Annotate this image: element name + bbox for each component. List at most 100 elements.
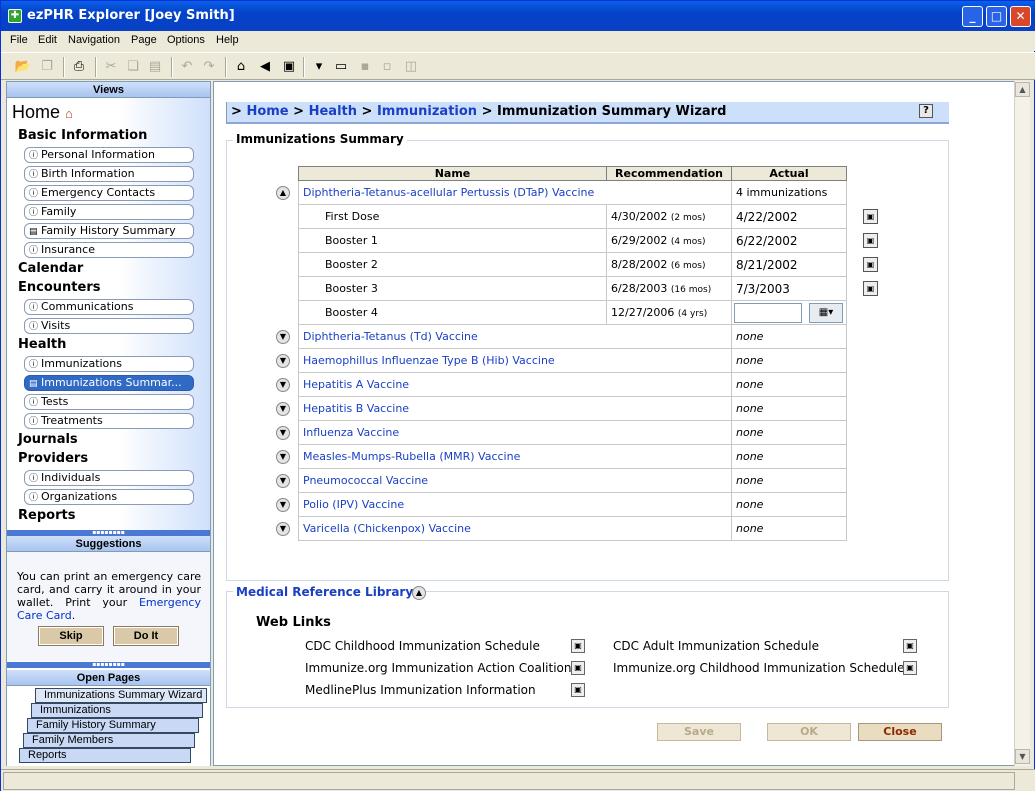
menu-edit[interactable]: Edit: [38, 34, 57, 46]
expand-icon[interactable]: ▼: [276, 474, 290, 488]
menu-options[interactable]: Options: [167, 34, 205, 46]
folder-icon[interactable]: ▣: [279, 57, 299, 77]
expand-icon[interactable]: ▼: [276, 354, 290, 368]
home-label[interactable]: Home: [12, 102, 60, 122]
link-immunize-action[interactable]: Immunize.org Immunization Action Coaliti…: [305, 661, 572, 675]
category-journals[interactable]: Journals: [18, 432, 78, 447]
close-window-button[interactable]: ✕: [1010, 6, 1031, 27]
help-icon[interactable]: ?: [919, 104, 933, 118]
minimize-button[interactable]: _: [962, 6, 983, 27]
open-page-tab[interactable]: Family History Summary: [27, 718, 199, 733]
collapse-icon[interactable]: ▲: [276, 186, 290, 200]
vaccine-name[interactable]: Diphtheria-Tetanus-acellular Pertussis (…: [298, 180, 732, 205]
expand-icon[interactable]: ▼: [276, 330, 290, 344]
expand-icon[interactable]: ▼: [276, 426, 290, 440]
category-calendar[interactable]: Calendar: [18, 261, 83, 276]
expand-icon[interactable]: ▼: [276, 378, 290, 392]
web-link-icon[interactable]: ▣: [571, 639, 585, 653]
web-link-icon[interactable]: ▣: [903, 661, 917, 675]
menu-help[interactable]: Help: [216, 34, 239, 46]
expand-icon[interactable]: ▼: [276, 450, 290, 464]
do-it-button[interactable]: Do It: [113, 626, 179, 646]
web-link-icon[interactable]: ▣: [903, 639, 917, 653]
close-button[interactable]: Close: [858, 723, 942, 741]
cut-icon[interactable]: ✂: [101, 57, 121, 77]
edit-dose-icon[interactable]: ▣: [863, 233, 878, 248]
expand-icon[interactable]: ▼: [276, 402, 290, 416]
skip-button[interactable]: Skip: [38, 626, 104, 646]
save-as-icon[interactable]: ▫: [377, 57, 397, 77]
scroll-up-arrow-icon[interactable]: ▲: [1015, 82, 1030, 97]
nav-tests[interactable]: ⓘ Tests: [24, 394, 194, 410]
vaccine-name[interactable]: Influenza Vaccine: [298, 420, 732, 445]
link-cdc-childhood[interactable]: CDC Childhood Immunization Schedule: [305, 639, 540, 653]
open-page-tab[interactable]: Immunizations: [31, 703, 203, 718]
scroll-down-arrow-icon[interactable]: ▼: [1015, 749, 1030, 764]
vertical-scrollbar[interactable]: [1014, 81, 1030, 766]
nav-individuals[interactable]: ⓘ Individuals: [24, 470, 194, 486]
edit-dose-icon[interactable]: ▣: [863, 281, 878, 296]
nav-organizations[interactable]: ⓘ Organizations: [24, 489, 194, 505]
menu-navigation[interactable]: Navigation: [68, 34, 120, 46]
open-page-tab[interactable]: Family Members: [23, 733, 195, 748]
paste-icon[interactable]: ▤: [145, 57, 165, 77]
nav-visits[interactable]: ⓘ Visits: [24, 318, 194, 334]
nav-immunizations-summary[interactable]: ▤ Immunizations Summar...: [24, 375, 194, 391]
web-link-icon[interactable]: ▣: [571, 661, 585, 675]
export-icon[interactable]: ◫: [401, 57, 421, 77]
nav-personal-information[interactable]: ⓘ Personal Information: [24, 147, 194, 163]
panel-icon[interactable]: ▭: [331, 57, 351, 77]
menu-page[interactable]: Page: [131, 34, 157, 46]
vaccine-name[interactable]: Hepatitis A Vaccine: [298, 372, 732, 397]
nav-immunizations[interactable]: ⓘ Immunizations: [24, 356, 194, 372]
breadcrumb-health[interactable]: Health: [309, 104, 357, 119]
redo-icon[interactable]: ↷: [199, 57, 219, 77]
ok-button[interactable]: OK: [767, 723, 851, 741]
open-page-tab[interactable]: Reports: [19, 748, 191, 763]
edit-dose-icon[interactable]: ▣: [863, 257, 878, 272]
nav-communications[interactable]: ⓘ Communications: [24, 299, 194, 315]
link-medlineplus[interactable]: MedlinePlus Immunization Information: [305, 683, 536, 697]
expand-icon[interactable]: ▼: [276, 522, 290, 536]
vaccine-name[interactable]: Diphtheria-Tetanus (Td) Vaccine: [298, 324, 732, 349]
category-encounters[interactable]: Encounters: [18, 280, 100, 295]
copy-pages-icon[interactable]: ❐: [37, 57, 57, 77]
breadcrumb-home[interactable]: Home: [246, 104, 288, 119]
category-reports[interactable]: Reports: [18, 508, 75, 523]
vaccine-name[interactable]: Hepatitis B Vaccine: [298, 396, 732, 421]
view-icon[interactable]: ▾: [309, 57, 329, 77]
nav-family[interactable]: ⓘ Family: [24, 204, 194, 220]
nav-birth-information[interactable]: ⓘ Birth Information: [24, 166, 194, 182]
open-folder-icon[interactable]: 📂: [13, 57, 33, 77]
save-button[interactable]: Save: [657, 723, 741, 741]
nav-emergency-contacts[interactable]: ⓘ Emergency Contacts: [24, 185, 194, 201]
open-page-tab[interactable]: Immunizations Summary Wizard: [35, 688, 207, 703]
print-icon[interactable]: ⎙: [69, 57, 89, 77]
category-providers[interactable]: Providers: [18, 451, 88, 466]
back-arrow-icon[interactable]: ◀: [255, 57, 275, 77]
booster-4-date-input[interactable]: [734, 303, 802, 323]
splitter-handle[interactable]: ▪▪▪▪▪▪▪▪: [7, 662, 210, 668]
link-cdc-adult[interactable]: CDC Adult Immunization Schedule: [613, 639, 819, 653]
nav-insurance[interactable]: ⓘ Insurance: [24, 242, 194, 258]
nav-family-history-summary[interactable]: ▤ Family History Summary: [24, 223, 194, 239]
nav-treatments[interactable]: ⓘ Treatments: [24, 413, 194, 429]
undo-icon[interactable]: ↶: [177, 57, 197, 77]
web-link-icon[interactable]: ▣: [571, 683, 585, 697]
home-icon[interactable]: ⌂: [231, 57, 251, 77]
calendar-dropdown-icon[interactable]: ▦▾: [809, 303, 843, 323]
vaccine-name[interactable]: Varicella (Chickenpox) Vaccine: [298, 516, 732, 541]
vaccine-name[interactable]: Haemophillus Influenzae Type B (Hib) Vac…: [298, 348, 732, 373]
breadcrumb-immunization[interactable]: Immunization: [377, 104, 477, 119]
vaccine-name[interactable]: Polio (IPV) Vaccine: [298, 492, 732, 517]
vaccine-name[interactable]: Measles-Mumps-Rubella (MMR) Vaccine: [298, 444, 732, 469]
collapse-library-icon[interactable]: ▲: [412, 586, 426, 600]
category-health[interactable]: Health: [18, 337, 66, 352]
link-immunize-childhood[interactable]: Immunize.org Childhood Immunization Sche…: [613, 661, 905, 675]
save-disk-icon[interactable]: ▪: [355, 57, 375, 77]
vaccine-name[interactable]: Pneumococcal Vaccine: [298, 468, 732, 493]
maximize-button[interactable]: □: [986, 6, 1007, 27]
home-link[interactable]: Home ⌂: [12, 102, 73, 123]
copy-icon[interactable]: ❏: [123, 57, 143, 77]
edit-dose-icon[interactable]: ▣: [863, 209, 878, 224]
